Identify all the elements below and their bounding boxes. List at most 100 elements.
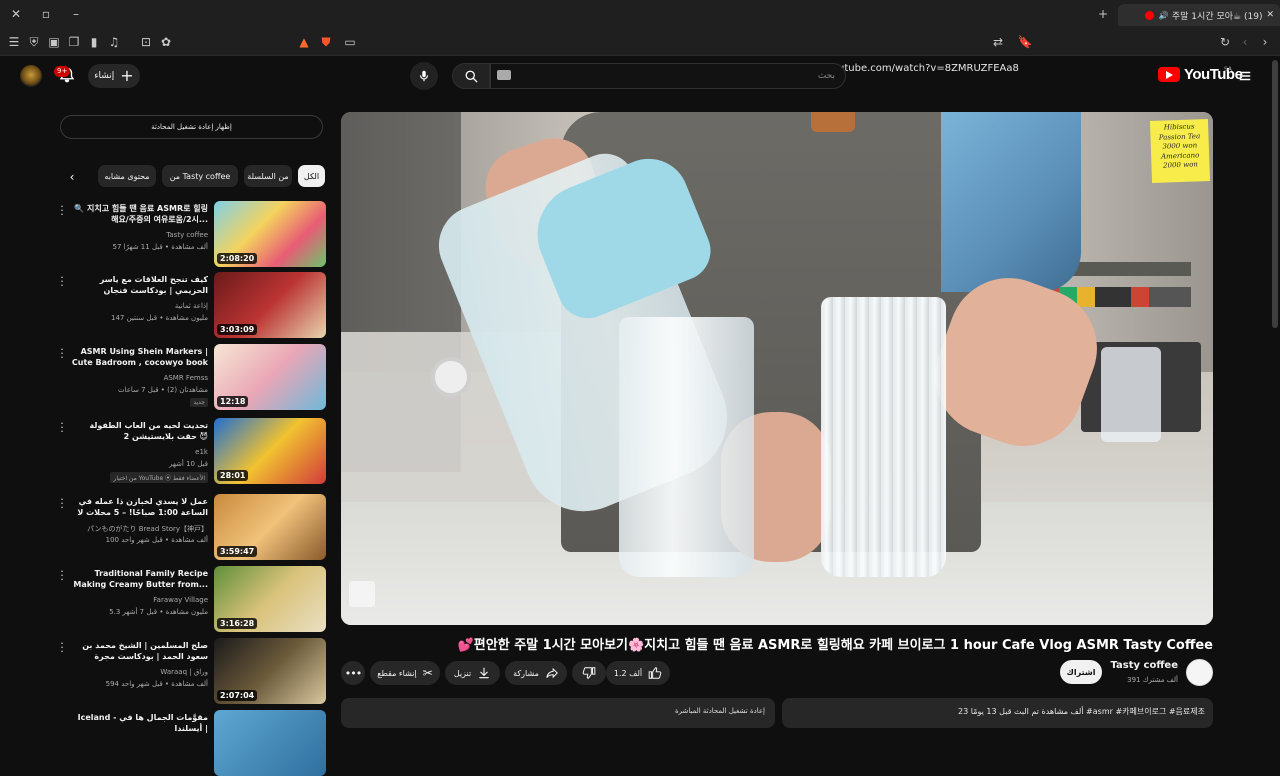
region-code: SA (1224, 66, 1233, 73)
recommendation-thumbnail[interactable]: 3:16:28 (214, 566, 326, 632)
extensions-icon[interactable]: ✿ (158, 34, 174, 50)
recommendation-channel[interactable]: パンものがたり Bread Story【神戸】 (68, 524, 208, 534)
recommendation-title[interactable]: ASMR Using Shein Markers | Cute Badroom … (68, 346, 208, 370)
more-vertical-icon[interactable]: · · · (58, 638, 66, 657)
like-count: 1.2 ألف (613, 668, 643, 678)
thumbs-down-icon (582, 667, 596, 679)
recommendation-thumbnail[interactable]: 12:18 (214, 344, 326, 410)
window-close-icon[interactable]: ✕ (8, 6, 24, 22)
channel-avatar[interactable] (1186, 659, 1213, 686)
screenshot-icon[interactable]: ⊡ (138, 34, 154, 50)
recommendation-channel[interactable]: Faraway Village (68, 596, 208, 604)
sidebar-icon[interactable]: ▮ (86, 34, 102, 50)
download-button[interactable]: تنزيل (445, 661, 500, 685)
avatar[interactable] (20, 65, 42, 87)
brave-shield-icon[interactable]: ⛊ (318, 34, 334, 50)
recommendation-channel[interactable]: e1k (68, 448, 208, 456)
recommendation-item[interactable]: 2:08:20 🔍 지치고 힘들 땐 음료 ASMR로 힐링해요/주중의 여유로움… (56, 201, 326, 269)
recommendation-title[interactable]: كيف تنجح العلاقات مع ياسر الحزيمي | بودك… (68, 274, 208, 298)
recommendation-item[interactable]: 2:07:04 صلح المسلمين | الشيخ محمد بن سعود… (56, 638, 326, 706)
recommendation-title[interactable]: تحديت لحيه من العاب الطفولة حقت بلايستيش… (68, 420, 208, 444)
chip-all[interactable]: الكل (298, 165, 325, 187)
video-title: 💕편안한 주말 1시간 모아보기🌸지치고 힘들 땐 음료 ASMR로 힐링해요 … (457, 638, 1213, 653)
video-apron-strap (811, 112, 855, 132)
wallet-icon[interactable]: ▣ (46, 34, 62, 50)
recommendation-thumbnail[interactable]: 28:01 (214, 418, 326, 484)
more-vertical-icon[interactable]: · · · (58, 201, 66, 220)
recommendation-item[interactable]: Iceland - مقوَّمات الجمال ها في أيسلندا … (56, 710, 326, 776)
browser-tab[interactable]: ✕ (19) ☕편안한 주말 1시간 모아... 🔊 (1118, 4, 1280, 26)
search-input[interactable]: بحث (490, 63, 846, 89)
share-button[interactable]: مشاركة (505, 661, 567, 685)
recommendation-thumbnail[interactable]: 3:03:09 (214, 272, 326, 338)
forward-icon[interactable]: ‹ (1237, 34, 1253, 50)
video-player[interactable]: Hibiscus Passion Tea 3000 won Americano … (341, 112, 1213, 625)
more-vertical-icon[interactable]: · · · (58, 344, 66, 363)
reload-icon[interactable]: ↻ (1217, 34, 1233, 50)
like-button[interactable]: 1.2 ألف (606, 661, 670, 685)
recommendation-title[interactable]: صلح المسلمين | الشيخ محمد بن سعود الحمد … (68, 640, 208, 664)
recommendation-item[interactable]: 3:16:28 Traditional Family Recipe Making … (56, 566, 326, 634)
bookmark-icon[interactable]: 🔖 (1017, 34, 1033, 50)
chip-from-series[interactable]: من السلسلة (244, 165, 292, 187)
clip-button[interactable]: إنشاء مقطع ✂ (370, 661, 440, 685)
chip-related[interactable]: محتوى مشابه (98, 165, 156, 187)
recommendation-badge: جديد (190, 398, 208, 407)
recommendation-item[interactable]: 28:01 تحديت لحيه من العاب الطفولة حقت بلا… (56, 418, 326, 486)
recommendation-title[interactable]: Traditional Family Recipe Making Creamy … (68, 568, 208, 592)
url-bar[interactable]: youtube.com/watch?v=8ZMRUZFEAa8 (826, 63, 1019, 74)
channel-watermark[interactable] (349, 581, 375, 607)
recommendation-title[interactable]: Iceland - مقوَّمات الجمال ها في أيسلندا … (68, 712, 208, 736)
share-page-icon[interactable]: ⇄ (990, 34, 1006, 50)
more-vertical-icon[interactable]: · · · (58, 418, 66, 437)
subscribe-button[interactable]: اشتراك (1060, 660, 1102, 684)
window-maximize-icon[interactable]: ▫ (38, 6, 54, 22)
search-button[interactable] (452, 63, 490, 89)
recommendation-thumbnail[interactable]: 2:07:04 (214, 638, 326, 704)
recommendation-title[interactable]: عمل لا يسدي لخبازن ذا عمله في الساعة 1:0… (68, 496, 208, 520)
more-vertical-icon[interactable]: · · · (58, 272, 66, 291)
recommendation-channel[interactable]: Waraaq | وراق (68, 668, 208, 676)
rewards-icon[interactable]: ▲ (296, 34, 312, 50)
chat-replay-panel[interactable]: إعادة تشغيل المحادثة المباشرة (341, 698, 775, 728)
recommendation-thumbnail[interactable]: 3:59:47 (214, 494, 326, 560)
recommendation-thumbnail[interactable]: 2:08:20 (214, 201, 326, 267)
chip-from-channel[interactable]: من Tasty coffee (162, 165, 238, 187)
search-icon (465, 70, 478, 83)
recommendation-meta: 5.3 مليون مشاهدة • قبل 7 أشهر (109, 608, 208, 616)
back-icon[interactable]: › (1257, 34, 1273, 50)
more-actions-button[interactable]: ••• (341, 661, 365, 685)
keyboard-icon[interactable] (497, 70, 511, 80)
duration-badge: 12:18 (217, 396, 249, 407)
recommendation-item[interactable]: 12:18 ASMR Using Shein Markers | Cute Bad… (56, 344, 326, 412)
tab-close-icon[interactable]: ✕ (1266, 10, 1274, 20)
recommendation-title[interactable]: 🔍 지치고 힘들 땐 음료 ASMR로 힐링해요/주중의 여유로움/2시... (68, 203, 208, 227)
create-button[interactable]: إنشاء + (88, 64, 140, 88)
voice-search-button[interactable] (410, 62, 438, 90)
download-icon (479, 667, 489, 679)
menu-icon[interactable]: ☰ (6, 34, 22, 50)
page-scrollbar[interactable] (1272, 60, 1278, 328)
reader-mode-icon[interactable]: ▭ (342, 34, 358, 50)
share-label: مشاركة (513, 668, 539, 678)
recommendation-channel[interactable]: ASMR Femss (68, 374, 208, 382)
more-vertical-icon[interactable]: · · · (58, 494, 66, 513)
duration-badge: 28:01 (217, 470, 249, 481)
guide-menu-icon[interactable] (1238, 68, 1252, 87)
description-box[interactable]: 23 ألف مشاهدة تم البث قبل 13 يومًا #asmr… (782, 698, 1213, 728)
tabs-icon[interactable]: ❐ (66, 34, 82, 50)
show-chat-replay-button[interactable]: إظهار إعادة تشغيل المحادثة (60, 115, 323, 139)
more-vertical-icon[interactable]: · · · (58, 566, 66, 585)
recommendation-channel[interactable]: Tasty coffee (68, 231, 208, 239)
music-icon[interactable]: ♫ (106, 34, 122, 50)
duration-badge: 3:03:09 (217, 324, 258, 335)
dislike-button[interactable] (572, 661, 606, 685)
shield-icon[interactable]: ⛨ (26, 34, 42, 50)
recommendation-item[interactable]: 3:59:47 عمل لا يسدي لخبازن ذا عمله في الس… (56, 494, 326, 562)
chevron-left-icon[interactable]: ‹ (64, 168, 80, 186)
recommendation-channel[interactable]: إذاعة ثمانية (68, 302, 208, 310)
window-minimize-icon[interactable]: – (68, 6, 84, 22)
recommendation-item[interactable]: 3:03:09 كيف تنجح العلاقات مع ياسر الحزيمي… (56, 272, 326, 340)
tab-audio-icon[interactable]: 🔊 (1158, 11, 1168, 20)
new-tab-icon[interactable]: + (1095, 6, 1111, 22)
